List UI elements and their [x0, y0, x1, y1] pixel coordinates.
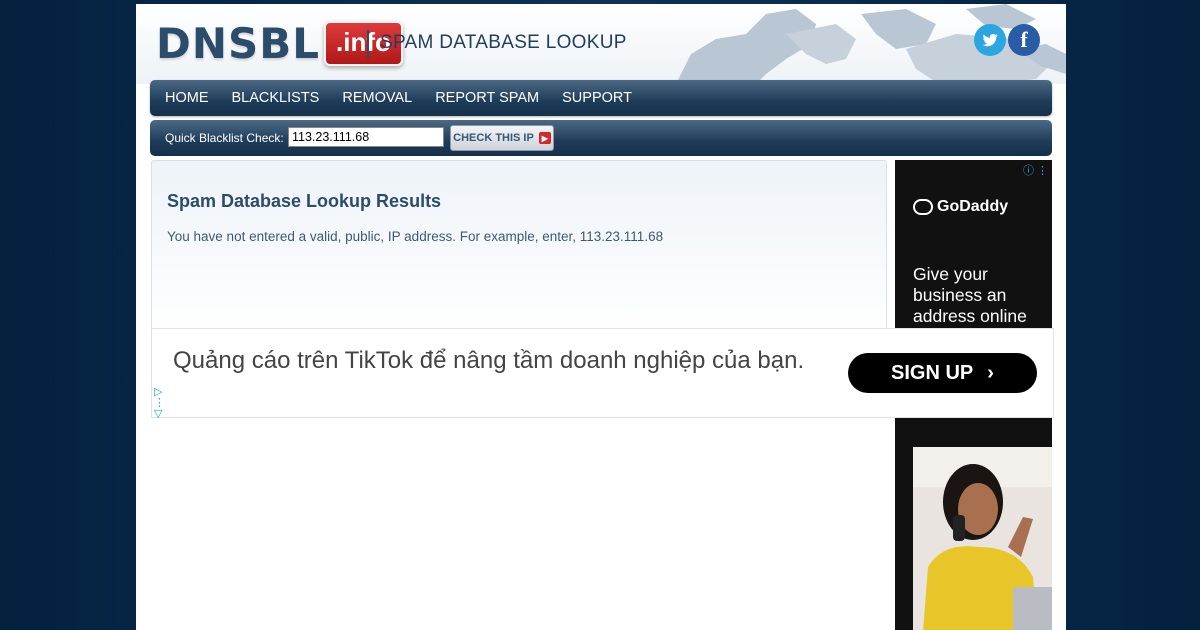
- quick-check-bar: Quick Blacklist Check: CHECK THIS IP ▶: [150, 120, 1052, 156]
- tiktok-ad-banner[interactable]: Quảng cáo trên TikTok để nâng tầm doanh …: [151, 328, 1054, 420]
- ad-options-icon[interactable]: ▷ ⋮ ▽: [154, 387, 165, 420]
- logo-divider: [367, 30, 369, 58]
- nav-item-home[interactable]: HOME: [165, 90, 209, 106]
- sign-up-button[interactable]: SIGN UP ›: [848, 353, 1037, 393]
- check-ip-button-label: CHECK THIS IP: [453, 132, 534, 144]
- site-tagline: SPAM DATABASE LOOKUP: [380, 32, 627, 53]
- godaddy-brand-name: GoDaddy: [937, 198, 1009, 215]
- nav-item-blacklists[interactable]: BLACKLISTS: [232, 90, 320, 106]
- site-header: DNSBL .info SPAM DATABASE LOOKUP f: [136, 4, 1066, 84]
- godaddy-ad-text: Give your business an address online: [913, 264, 1027, 326]
- nav-item-removal[interactable]: REMOVAL: [342, 90, 412, 106]
- results-title: Spam Database Lookup Results: [167, 191, 442, 211]
- twitter-icon[interactable]: [974, 24, 1006, 56]
- godaddy-brand: GoDaddy: [913, 198, 1008, 216]
- play-arrow-icon: ▶: [538, 132, 551, 144]
- logo-text: DNSBL: [156, 18, 321, 68]
- chevron-right-icon: ›: [987, 361, 994, 384]
- woman-on-phone-photo: [913, 447, 1052, 630]
- results-message: You have not entered a valid, public, IP…: [167, 229, 664, 244]
- facebook-icon[interactable]: f: [1008, 24, 1040, 56]
- nav-item-report-spam[interactable]: REPORT SPAM: [435, 90, 539, 106]
- main-navigation: HOME BLACKLISTS REMOVAL REPORT SPAM SUPP…: [150, 80, 1052, 116]
- tiktok-ad-text: Quảng cáo trên TikTok để nâng tầm doanh …: [173, 347, 805, 374]
- sign-up-label: SIGN UP: [891, 361, 974, 384]
- check-ip-button[interactable]: CHECK THIS IP ▶: [450, 125, 554, 151]
- results-panel: Spam Database Lookup Results You have no…: [151, 160, 887, 332]
- page-container: DNSBL .info SPAM DATABASE LOOKUP f HOME …: [136, 4, 1066, 630]
- quick-check-label: Quick Blacklist Check:: [165, 131, 284, 145]
- adchoices-icon[interactable]: ⓘ ⋮: [1023, 162, 1048, 178]
- godaddy-logo-icon: [913, 199, 933, 215]
- nav-item-support[interactable]: SUPPORT: [562, 90, 632, 106]
- ip-input[interactable]: [288, 127, 444, 147]
- site-logo[interactable]: DNSBL .info: [156, 18, 403, 68]
